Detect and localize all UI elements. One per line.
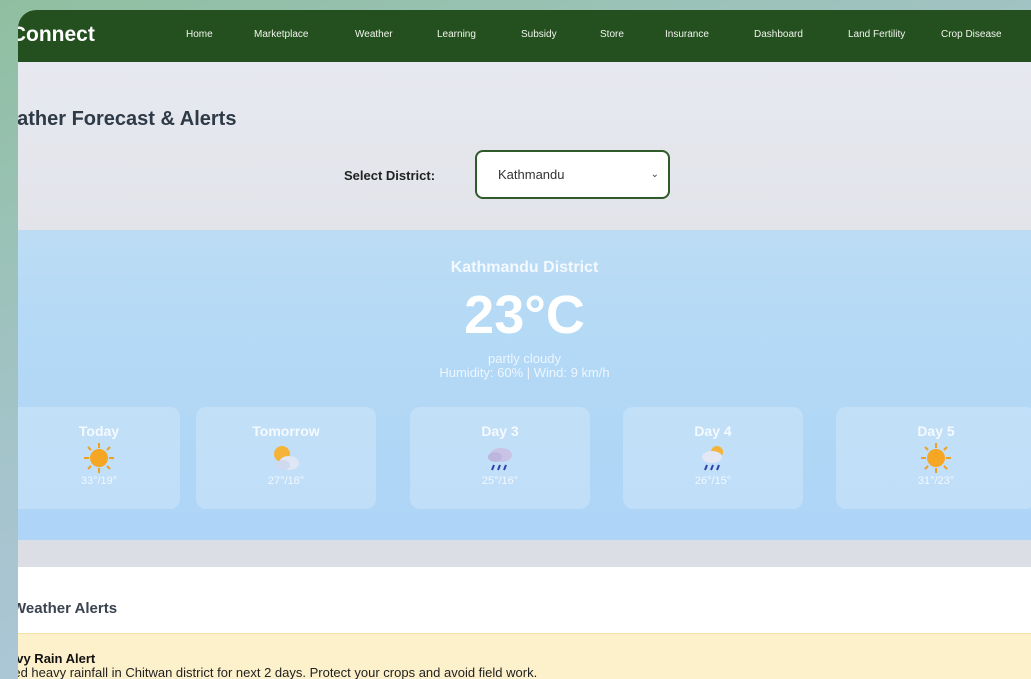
forecast-day: Day 3 <box>481 423 519 439</box>
forecast-card-tomorrow[interactable]: Tomorrow 27°/18° <box>196 407 376 509</box>
nav-home[interactable]: Home <box>186 29 213 40</box>
nav-marketplace[interactable]: Marketplace <box>254 29 308 40</box>
section-divider <box>18 540 1031 567</box>
forecast-card-today[interactable]: Today 33°/19° <box>18 407 180 509</box>
current-temperature: 23°C <box>464 285 585 345</box>
rain-sun-icon <box>623 441 803 475</box>
district-name: Kathmandu District <box>18 259 1031 277</box>
alerts-heading: Weather Alerts <box>18 600 118 617</box>
weather-alerts-section: Weather Alerts avy Rain Alert ected heav… <box>18 567 1031 679</box>
district-select-value: Kathmandu <box>498 167 565 182</box>
top-navbar: nConnect Home Marketplace Weather Learni… <box>18 10 1031 62</box>
app-window: nConnect Home Marketplace Weather Learni… <box>18 10 1031 679</box>
partly-cloudy-icon <box>196 441 376 475</box>
nav-weather[interactable]: Weather <box>355 29 393 40</box>
forecast-card-day4[interactable]: Day 4 26°/15° <box>623 407 803 509</box>
weather-hero: Kathmandu District 23°C partly cloudy Hu… <box>18 230 1031 540</box>
forecast-card-day5[interactable]: Day 5 31°/23° <box>836 407 1031 509</box>
forecast-range: 25°/16° <box>481 475 519 487</box>
forecast-range: 27°/18° <box>267 475 305 487</box>
forecast-range: 33°/19° <box>80 475 118 487</box>
page-title: eather Forecast & Alerts <box>18 108 237 130</box>
alert-text: ected heavy rainfall in Chitwan district… <box>18 665 538 679</box>
alert-title: avy Rain Alert <box>18 651 96 666</box>
nav-dashboard[interactable]: Dashboard <box>754 29 803 40</box>
nav-links: Home Marketplace Weather Learning Subsid… <box>18 10 1031 62</box>
nav-learning[interactable]: Learning <box>437 29 476 40</box>
forecast-day: Day 5 <box>917 423 955 439</box>
district-label: Select District: <box>344 168 436 183</box>
page-header-section: eather Forecast & Alerts Select District… <box>18 62 1031 230</box>
alert-item: avy Rain Alert ected heavy rainfall in C… <box>18 633 1031 679</box>
nav-insurance[interactable]: Insurance <box>665 29 709 40</box>
forecast-day: Today <box>78 423 120 439</box>
sun-icon <box>836 441 1031 475</box>
district-select[interactable]: Kathmandu ⌄ <box>475 150 670 199</box>
nav-crop-disease[interactable]: Crop Disease <box>941 29 1002 40</box>
forecast-range: 31°/23° <box>917 475 955 487</box>
chevron-down-icon: ⌄ <box>650 169 659 180</box>
nav-land-fertility[interactable]: Land Fertility <box>848 29 905 40</box>
nav-subsidy[interactable]: Subsidy <box>521 29 557 40</box>
district-name-text: Kathmandu District <box>450 259 599 276</box>
nav-store[interactable]: Store <box>600 29 624 40</box>
rain-icon <box>410 441 590 475</box>
forecast-day: Tomorrow <box>252 423 320 439</box>
sun-icon <box>18 441 180 475</box>
current-condition: partly cloudy <box>488 351 561 366</box>
forecast-range: 26°/15° <box>694 475 732 487</box>
forecast-day: Day 4 <box>694 423 732 439</box>
forecast-card-day3[interactable]: Day 3 25°/16° <box>410 407 590 509</box>
current-details: Humidity: 60% | Wind: 9 km/h <box>439 365 610 380</box>
